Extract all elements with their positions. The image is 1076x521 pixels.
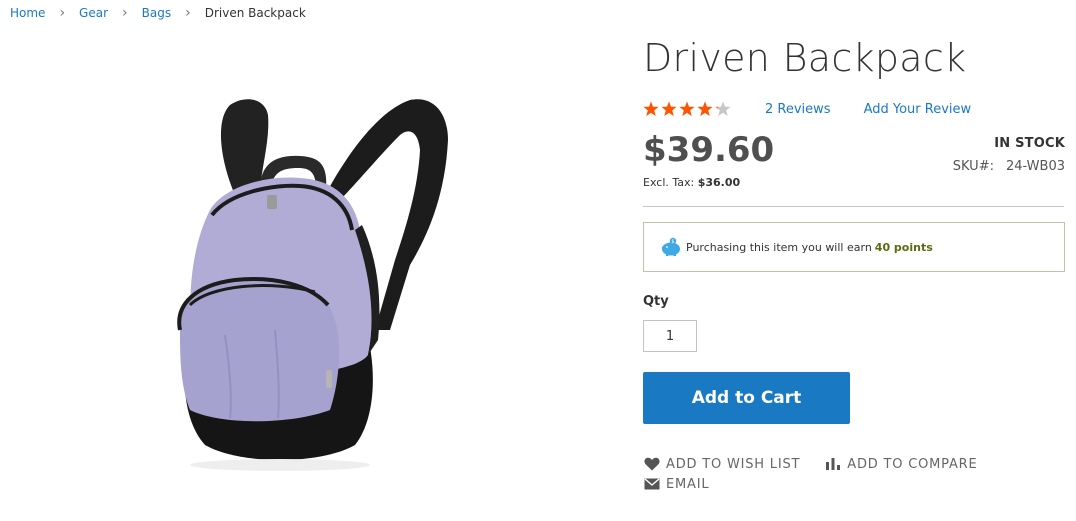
envelope-icon (643, 476, 661, 492)
product-social-links: Add to Wish List Add to Compare Email (643, 455, 978, 493)
breadcrumb-gear[interactable]: Gear (79, 6, 108, 20)
excl-tax-label: Excl. Tax: (643, 176, 695, 189)
reviews-link[interactable]: 2 Reviews (765, 102, 831, 117)
add-review-link[interactable]: Add Your Review (864, 102, 972, 117)
compare-label: Add to Compare (847, 456, 978, 472)
add-to-wishlist-link[interactable]: Add to Wish List (643, 455, 800, 473)
product-sku: SKU#: 24-WB03 (953, 159, 1065, 174)
chevron-right-icon: › (59, 5, 66, 21)
breadcrumb-current: Driven Backpack (204, 6, 306, 20)
page-title: Driven Backpack (643, 36, 967, 80)
email-to-friend-link[interactable]: Email (643, 475, 978, 493)
svg-text:$: $ (671, 239, 674, 245)
add-to-compare-link[interactable]: Add to Compare (824, 455, 977, 473)
email-label: Email (666, 476, 710, 492)
divider (643, 206, 1064, 207)
excl-tax-value: $36.00 (697, 176, 741, 189)
wishlist-label: Add to Wish List (666, 456, 801, 472)
product-price: $39.60 (643, 130, 775, 170)
sku-label: SKU#: (952, 159, 994, 174)
sku-value: 24-WB03 (1005, 159, 1065, 174)
breadcrumb-bags[interactable]: Bags (142, 6, 171, 20)
reward-points-text: Purchasing this item you will earn (686, 240, 872, 254)
reward-points-value: 40 points (874, 240, 933, 254)
excl-tax-price: Excl. Tax: $36.00 (643, 176, 740, 189)
reward-points-banner: $ Purchasing this item you will earn 40 … (643, 222, 1065, 272)
chevron-right-icon: › (185, 5, 191, 21)
add-to-cart-button[interactable]: Add to Cart (643, 372, 850, 424)
bar-chart-icon (824, 456, 842, 472)
qty-input[interactable] (643, 320, 697, 352)
chevron-right-icon: › (122, 5, 128, 21)
star-rating-icon (643, 101, 731, 116)
rating-summary: 2 Reviews Add Your Review (643, 100, 971, 118)
piggy-bank-icon: $ (660, 237, 682, 257)
breadcrumb-home[interactable]: Home (10, 6, 45, 20)
product-image[interactable] (150, 80, 470, 475)
heart-icon (643, 456, 661, 472)
rating-stars (643, 101, 731, 117)
backpack-image (177, 99, 448, 471)
stock-status: IN STOCK (994, 136, 1065, 151)
qty-label: Qty (643, 294, 669, 309)
breadcrumb: Home › Gear › Bags › Driven Backpack (10, 5, 306, 21)
